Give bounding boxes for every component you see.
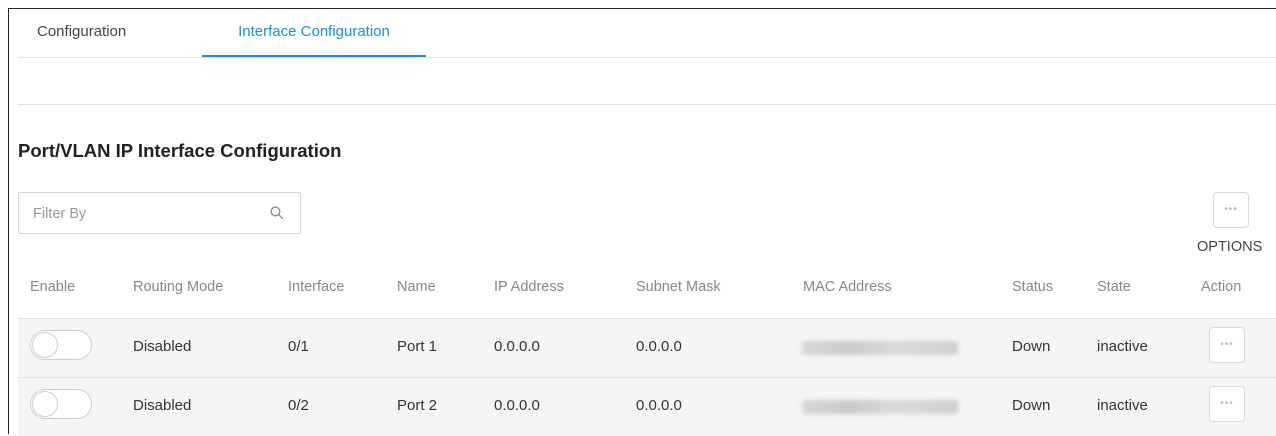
table-row: Disabled 0/2 Port 2 0.0.0.0 0.0.0.0 Down… — [18, 377, 1276, 436]
ip-address-cell: 0.0.0.0 — [494, 397, 540, 414]
row-action-button[interactable]: ••• — [1209, 327, 1245, 363]
options-label: OPTIONS — [1197, 239, 1263, 255]
filter-input[interactable] — [31, 202, 265, 226]
ip-address-cell: 0.0.0.0 — [494, 338, 540, 355]
subnet-mask-cell: 0.0.0.0 — [636, 397, 682, 414]
state-cell: inactive — [1097, 338, 1148, 355]
search-icon[interactable] — [270, 206, 284, 220]
col-header-ip-address: IP Address — [494, 279, 564, 295]
enable-toggle[interactable] — [30, 389, 92, 419]
more-dots-icon: ••• — [1224, 204, 1238, 215]
tab-bar: Configuration Interface Configuration — [18, 8, 1276, 58]
name-cell: Port 2 — [397, 397, 438, 414]
col-header-interface: Interface — [288, 279, 345, 295]
subnet-mask-cell: 0.0.0.0 — [636, 338, 682, 355]
more-dots-icon: ••• — [1220, 398, 1234, 409]
col-header-routing-mode: Routing Mode — [133, 279, 224, 295]
col-header-subnet-mask: Subnet Mask — [636, 279, 721, 295]
toggle-knob — [32, 391, 58, 417]
filter-box — [18, 192, 301, 234]
col-header-state: State — [1097, 279, 1131, 295]
toggle-knob — [32, 332, 58, 358]
col-header-mac-address: MAC Address — [803, 279, 892, 295]
tab-configuration[interactable]: Configuration — [37, 8, 126, 56]
mac-address-redacted — [802, 341, 958, 355]
row-action-button[interactable]: ••• — [1209, 386, 1245, 422]
routing-mode-cell: Disabled — [133, 338, 192, 355]
table-row: Disabled 0/1 Port 1 0.0.0.0 0.0.0.0 Down… — [18, 318, 1276, 377]
name-cell: Port 1 — [397, 338, 438, 355]
mac-address-redacted — [802, 400, 958, 414]
interface-cell: 0/1 — [288, 338, 309, 355]
status-cell: Down — [1012, 338, 1051, 355]
col-header-enable: Enable — [30, 279, 76, 295]
col-header-name: Name — [397, 279, 436, 295]
more-dots-icon: ••• — [1220, 339, 1234, 350]
state-cell: inactive — [1097, 397, 1148, 414]
status-cell: Down — [1012, 397, 1051, 414]
options-button[interactable]: ••• — [1213, 192, 1249, 228]
interface-cell: 0/2 — [288, 397, 309, 414]
tab-interface-configuration[interactable]: Interface Configuration — [202, 8, 426, 57]
enable-toggle[interactable] — [30, 330, 92, 360]
divider — [18, 104, 1276, 105]
section-title: Port/VLAN IP Interface Configuration — [18, 140, 342, 161]
col-header-action: Action — [1201, 279, 1242, 295]
col-header-status: Status — [1012, 279, 1054, 295]
routing-mode-cell: Disabled — [133, 397, 192, 414]
